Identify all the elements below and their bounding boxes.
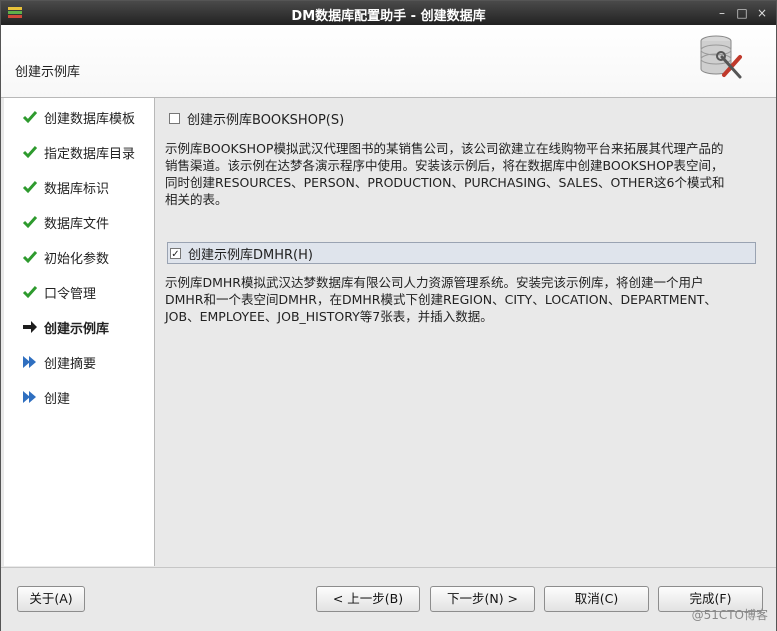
checkmark-icon — [22, 216, 38, 229]
step-item: 创建 — [22, 386, 70, 408]
step-item: 数据库标识 — [22, 176, 109, 198]
step-item: 口令管理 — [22, 281, 96, 303]
bookshop-checkbox[interactable] — [169, 112, 180, 124]
next-button[interactable]: 下一步(N) > — [430, 586, 535, 612]
step-item-current: 创建示例库 — [22, 316, 109, 338]
watermark: @51CTO博客 — [691, 608, 768, 622]
step-item: 数据库文件 — [22, 211, 109, 233]
step-item: 创建摘要 — [22, 351, 96, 373]
dmhr-checkbox[interactable]: ✓ — [170, 247, 181, 260]
double-arrow-icon — [23, 391, 36, 403]
dmhr-description: 示例库DMHR模拟武汉达梦数据库有限公司人力资源管理系统。安装完该示例库，将创建… — [165, 275, 717, 324]
main-content: 创建示例库BOOKSHOP(S) 示例库BOOKSHOP模拟武汉代理图书的某销售… — [155, 98, 775, 566]
step-item: 初始化参数 — [22, 246, 109, 268]
title-bar[interactable]: DM数据库配置助手 - 创建数据库 – □ × — [1, 1, 776, 25]
checkmark-icon — [22, 251, 38, 264]
checkmark-icon — [22, 181, 38, 194]
page-title: 创建示例库 — [15, 65, 81, 80]
checkmark-icon — [22, 286, 38, 299]
checkmark-icon — [22, 146, 38, 159]
maximize-icon[interactable]: □ — [733, 4, 751, 22]
step-item: 指定数据库目录 — [22, 141, 135, 163]
dmhr-checkbox-row[interactable]: ✓ 创建示例库DMHR(H) — [167, 242, 756, 264]
arrow-right-icon — [23, 321, 37, 333]
double-arrow-icon — [23, 356, 36, 368]
bookshop-checkbox-label: 创建示例库BOOKSHOP(S) — [187, 112, 345, 128]
wizard-header: 创建示例库 — [1, 25, 776, 98]
step-item: 创建数据库模板 — [22, 106, 135, 128]
wizard-footer: 关于(A) < 上一步(B) 下一步(N) > 取消(C) 完成(F) @51C… — [1, 567, 776, 631]
bookshop-description: 示例库BOOKSHOP模拟武汉代理图书的某销售公司，该公司欲建立在线购物平台来拓… — [165, 141, 725, 207]
checkmark-icon — [22, 111, 38, 124]
dialog-window: DM数据库配置助手 - 创建数据库 – □ × 创建示例库 创建数据库模板 指定… — [0, 0, 777, 631]
database-tools-icon — [700, 35, 742, 79]
bookshop-checkbox-row[interactable]: 创建示例库BOOKSHOP(S) — [169, 108, 344, 128]
dmhr-checkbox-label: 创建示例库DMHR(H) — [188, 247, 313, 263]
window-title: DM数据库配置助手 - 创建数据库 — [291, 9, 486, 24]
back-button[interactable]: < 上一步(B) — [316, 586, 420, 612]
minimize-icon[interactable]: – — [713, 4, 731, 22]
about-button[interactable]: 关于(A) — [17, 586, 85, 612]
close-icon[interactable]: × — [753, 4, 771, 22]
wizard-steps-sidebar: 创建数据库模板 指定数据库目录 数据库标识 数据库文件 初始化参数 口令管理 创… — [4, 98, 155, 566]
cancel-button[interactable]: 取消(C) — [544, 586, 649, 612]
